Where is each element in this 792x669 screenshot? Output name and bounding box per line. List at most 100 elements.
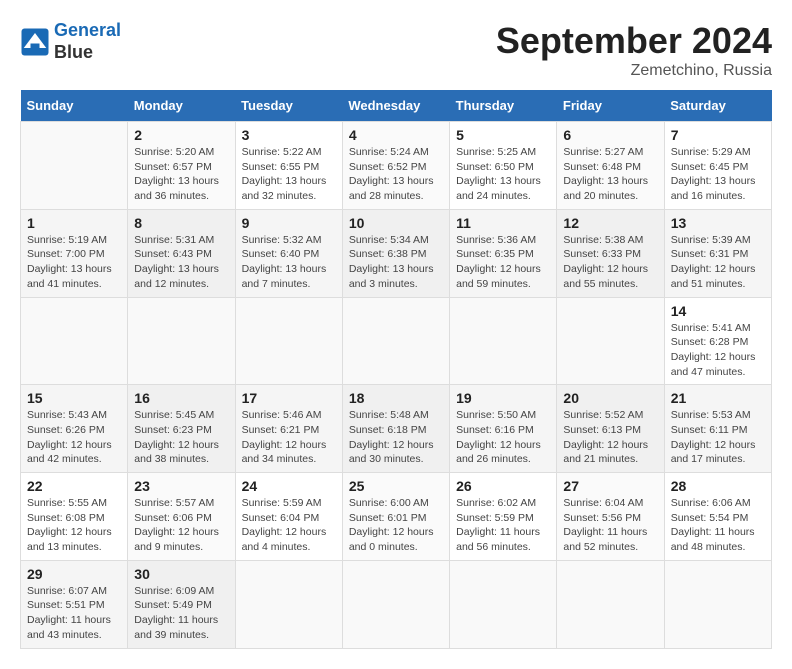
calendar-cell: 12 Sunrise: 5:38 AM Sunset: 6:33 PM Dayli…	[557, 209, 664, 297]
day-info: Sunrise: 5:34 AM Sunset: 6:38 PM Dayligh…	[349, 233, 443, 292]
calendar-body: 2 Sunrise: 5:20 AM Sunset: 6:57 PM Daylig…	[21, 122, 772, 649]
logo-text: General Blue	[54, 20, 121, 63]
day-number: 25	[349, 478, 443, 494]
day-number: 13	[671, 215, 765, 231]
calendar-cell	[21, 297, 128, 385]
day-number: 18	[349, 390, 443, 406]
day-info: Sunrise: 5:25 AM Sunset: 6:50 PM Dayligh…	[456, 145, 550, 204]
calendar-cell	[450, 297, 557, 385]
column-header-saturday: Saturday	[664, 90, 771, 122]
calendar-cell: 7Sunrise: 5:29 AM Sunset: 6:45 PM Daylig…	[664, 122, 771, 210]
day-number: 28	[671, 478, 765, 494]
day-info: Sunrise: 5:19 AM Sunset: 7:00 PM Dayligh…	[27, 233, 121, 292]
calendar-cell: 14Sunrise: 5:41 AM Sunset: 6:28 PM Dayli…	[664, 297, 771, 385]
day-number: 11	[456, 215, 550, 231]
calendar-cell: 24Sunrise: 5:59 AM Sunset: 6:04 PM Dayli…	[235, 473, 342, 561]
day-number: 2	[134, 127, 228, 143]
calendar-cell: 19 Sunrise: 5:50 AM Sunset: 6:16 PM Dayli…	[450, 385, 557, 473]
calendar-cell: 10 Sunrise: 5:34 AM Sunset: 6:38 PM Dayli…	[342, 209, 449, 297]
calendar-cell: 4 Sunrise: 5:24 AM Sunset: 6:52 PM Daylig…	[342, 122, 449, 210]
page-header: General Blue September 2024 Zemetchino, …	[20, 20, 772, 80]
day-number: 4	[349, 127, 443, 143]
calendar-cell	[235, 560, 342, 648]
calendar-row: 14Sunrise: 5:41 AM Sunset: 6:28 PM Dayli…	[21, 297, 772, 385]
column-header-monday: Monday	[128, 90, 235, 122]
calendar-table: SundayMondayTuesdayWednesdayThursdayFrid…	[20, 90, 772, 649]
calendar-cell: 15 Sunrise: 5:43 AM Sunset: 6:26 PM Dayli…	[21, 385, 128, 473]
calendar-cell	[557, 560, 664, 648]
day-info: Sunrise: 5:39 AM Sunset: 6:31 PM Dayligh…	[671, 233, 765, 292]
calendar-cell	[128, 297, 235, 385]
calendar-cell: 26Sunrise: 6:02 AM Sunset: 5:59 PM Dayli…	[450, 473, 557, 561]
location: Zemetchino, Russia	[496, 62, 772, 80]
logo-icon	[20, 27, 50, 57]
day-info: Sunrise: 5:50 AM Sunset: 6:16 PM Dayligh…	[456, 408, 550, 467]
day-info: Sunrise: 6:02 AM Sunset: 5:59 PM Dayligh…	[456, 496, 550, 555]
day-info: Sunrise: 5:20 AM Sunset: 6:57 PM Dayligh…	[134, 145, 228, 204]
calendar-cell: 11 Sunrise: 5:36 AM Sunset: 6:35 PM Dayli…	[450, 209, 557, 297]
day-number: 19	[456, 390, 550, 406]
calendar-cell: 1 Sunrise: 5:19 AM Sunset: 7:00 PM Daylig…	[21, 209, 128, 297]
day-info: Sunrise: 5:55 AM Sunset: 6:08 PM Dayligh…	[27, 496, 121, 555]
day-info: Sunrise: 5:27 AM Sunset: 6:48 PM Dayligh…	[563, 145, 657, 204]
day-number: 17	[242, 390, 336, 406]
day-info: Sunrise: 6:00 AM Sunset: 6:01 PM Dayligh…	[349, 496, 443, 555]
day-info: Sunrise: 6:06 AM Sunset: 5:54 PM Dayligh…	[671, 496, 765, 555]
day-number: 20	[563, 390, 657, 406]
day-number: 27	[563, 478, 657, 494]
calendar-cell: 9 Sunrise: 5:32 AM Sunset: 6:40 PM Daylig…	[235, 209, 342, 297]
day-number: 15	[27, 390, 121, 406]
title-block: September 2024 Zemetchino, Russia	[496, 20, 772, 80]
calendar-cell	[21, 122, 128, 210]
day-number: 10	[349, 215, 443, 231]
calendar-cell	[342, 560, 449, 648]
day-info: Sunrise: 5:41 AM Sunset: 6:28 PM Dayligh…	[671, 321, 765, 380]
calendar-cell: 29Sunrise: 6:07 AM Sunset: 5:51 PM Dayli…	[21, 560, 128, 648]
calendar-cell: 21Sunrise: 5:53 AM Sunset: 6:11 PM Dayli…	[664, 385, 771, 473]
day-info: Sunrise: 5:57 AM Sunset: 6:06 PM Dayligh…	[134, 496, 228, 555]
logo: General Blue	[20, 20, 121, 63]
calendar-cell	[557, 297, 664, 385]
day-number: 24	[242, 478, 336, 494]
day-info: Sunrise: 6:09 AM Sunset: 5:49 PM Dayligh…	[134, 584, 228, 643]
day-number: 3	[242, 127, 336, 143]
day-number: 23	[134, 478, 228, 494]
day-info: Sunrise: 5:29 AM Sunset: 6:45 PM Dayligh…	[671, 145, 765, 204]
calendar-header-row: SundayMondayTuesdayWednesdayThursdayFrid…	[21, 90, 772, 122]
day-number: 8	[134, 215, 228, 231]
calendar-cell: 18Sunrise: 5:48 AM Sunset: 6:18 PM Dayli…	[342, 385, 449, 473]
day-number: 16	[134, 390, 228, 406]
day-info: Sunrise: 5:22 AM Sunset: 6:55 PM Dayligh…	[242, 145, 336, 204]
column-header-friday: Friday	[557, 90, 664, 122]
column-header-sunday: Sunday	[21, 90, 128, 122]
calendar-cell: 6 Sunrise: 5:27 AM Sunset: 6:48 PM Daylig…	[557, 122, 664, 210]
day-number: 5	[456, 127, 550, 143]
day-number: 12	[563, 215, 657, 231]
calendar-row: 2 Sunrise: 5:20 AM Sunset: 6:57 PM Daylig…	[21, 122, 772, 210]
calendar-cell: 27Sunrise: 6:04 AM Sunset: 5:56 PM Dayli…	[557, 473, 664, 561]
calendar-cell	[664, 560, 771, 648]
calendar-cell	[342, 297, 449, 385]
day-info: Sunrise: 5:52 AM Sunset: 6:13 PM Dayligh…	[563, 408, 657, 467]
day-number: 6	[563, 127, 657, 143]
calendar-row: 22 Sunrise: 5:55 AM Sunset: 6:08 PM Dayli…	[21, 473, 772, 561]
calendar-row: 29Sunrise: 6:07 AM Sunset: 5:51 PM Dayli…	[21, 560, 772, 648]
day-info: Sunrise: 5:43 AM Sunset: 6:26 PM Dayligh…	[27, 408, 121, 467]
day-info: Sunrise: 5:36 AM Sunset: 6:35 PM Dayligh…	[456, 233, 550, 292]
day-info: Sunrise: 5:53 AM Sunset: 6:11 PM Dayligh…	[671, 408, 765, 467]
day-number: 9	[242, 215, 336, 231]
calendar-cell: 28 Sunrise: 6:06 AM Sunset: 5:54 PM Dayli…	[664, 473, 771, 561]
day-info: Sunrise: 5:31 AM Sunset: 6:43 PM Dayligh…	[134, 233, 228, 292]
calendar-cell	[450, 560, 557, 648]
day-number: 1	[27, 215, 121, 231]
day-info: Sunrise: 5:38 AM Sunset: 6:33 PM Dayligh…	[563, 233, 657, 292]
day-info: Sunrise: 5:24 AM Sunset: 6:52 PM Dayligh…	[349, 145, 443, 204]
calendar-cell: 22 Sunrise: 5:55 AM Sunset: 6:08 PM Dayli…	[21, 473, 128, 561]
calendar-cell: 17Sunrise: 5:46 AM Sunset: 6:21 PM Dayli…	[235, 385, 342, 473]
day-info: Sunrise: 5:32 AM Sunset: 6:40 PM Dayligh…	[242, 233, 336, 292]
calendar-cell: 2 Sunrise: 5:20 AM Sunset: 6:57 PM Daylig…	[128, 122, 235, 210]
day-number: 29	[27, 566, 121, 582]
calendar-cell: 8 Sunrise: 5:31 AM Sunset: 6:43 PM Daylig…	[128, 209, 235, 297]
calendar-cell: 5 Sunrise: 5:25 AM Sunset: 6:50 PM Daylig…	[450, 122, 557, 210]
day-number: 22	[27, 478, 121, 494]
